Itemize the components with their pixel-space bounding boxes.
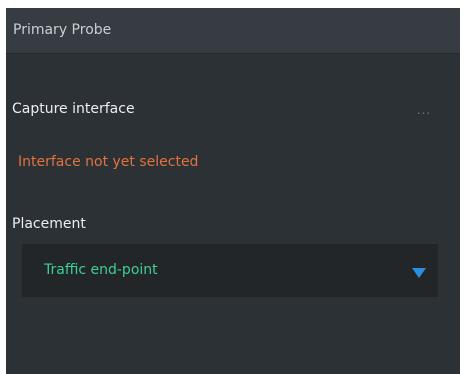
placement-dropdown[interactable]: Traffic end-point xyxy=(22,244,438,297)
placement-label: Placement xyxy=(12,216,86,232)
panel-header: Primary Probe xyxy=(6,8,460,54)
panel-title: Primary Probe xyxy=(13,22,112,38)
capture-interface-label: Capture interface xyxy=(12,101,135,117)
primary-probe-panel: Primary Probe Capture interface ... Inte… xyxy=(6,8,460,374)
placement-selected-value: Traffic end-point xyxy=(44,262,158,278)
interface-status-text: Interface not yet selected xyxy=(18,154,199,170)
capture-interface-more-button[interactable]: ... xyxy=(410,104,438,120)
triangle-down-icon xyxy=(412,268,426,278)
